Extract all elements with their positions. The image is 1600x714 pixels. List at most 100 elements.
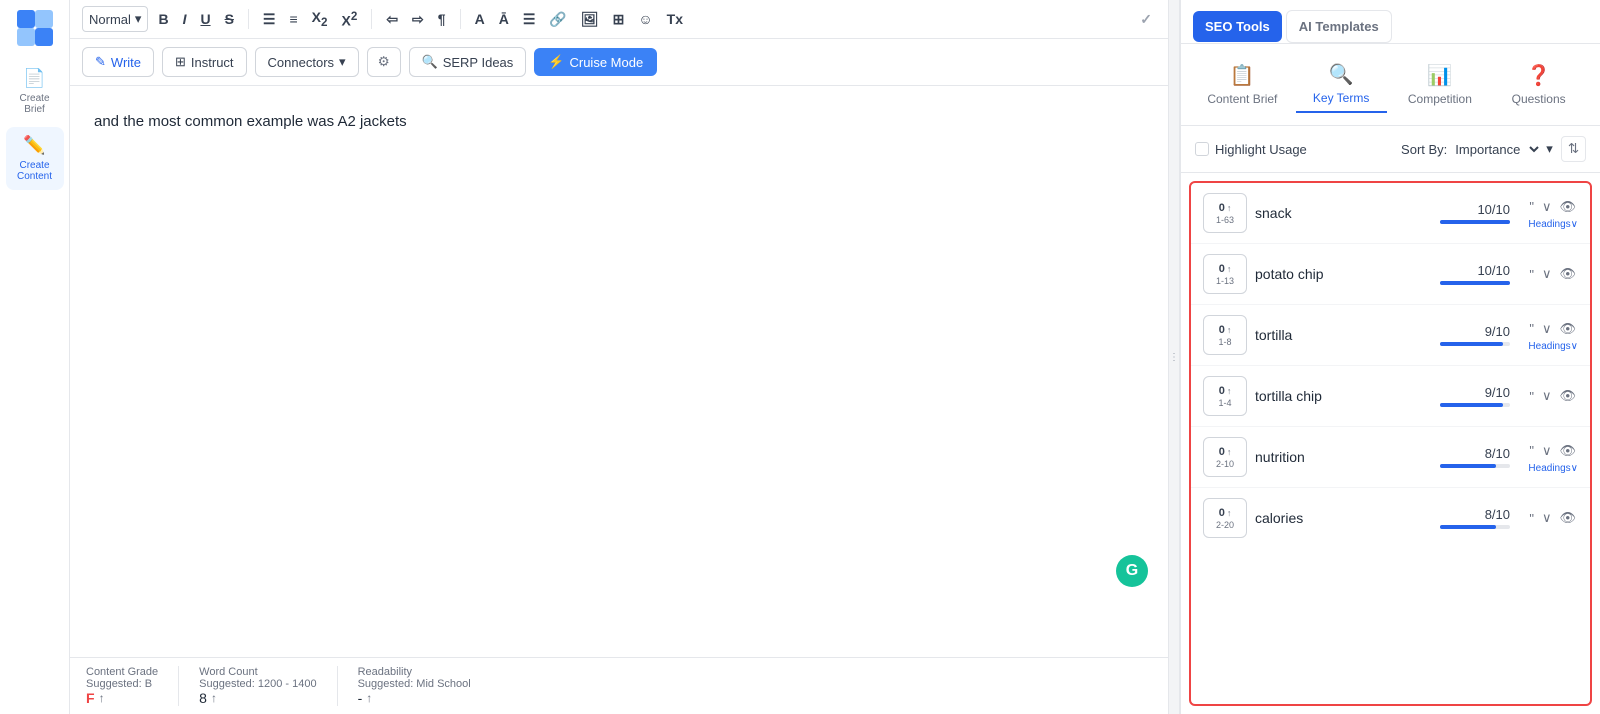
count-up-icon: ↑ (1227, 447, 1232, 457)
align-left-button[interactable]: ⇦ (382, 9, 402, 30)
ordered-list-button[interactable]: ☰ (259, 9, 280, 30)
headings-tag[interactable]: Headings∨ (1528, 219, 1578, 230)
sidebar: 📄 Create Brief ✏️ Create Content (0, 0, 70, 714)
term-counter[interactable]: 0 ↑ 1-63 (1203, 193, 1247, 233)
clear-format-button[interactable]: Tx (663, 9, 687, 29)
count-value: 0 (1219, 202, 1225, 214)
table-button[interactable]: ⊞ (609, 9, 629, 30)
sidebar-item-create-brief[interactable]: 📄 Create Brief (6, 60, 64, 123)
term-icons: " ∨ 👁 (1527, 197, 1578, 217)
nav-key-terms[interactable]: 🔍 Key Terms (1296, 56, 1387, 113)
link-button[interactable]: 🔗 (545, 9, 570, 30)
ai-templates-tab[interactable]: AI Templates (1286, 10, 1392, 43)
subscript-button[interactable]: X2 (308, 7, 332, 31)
term-actions: " ∨ 👁 Headings∨ (1518, 319, 1578, 352)
indent-button[interactable]: ¶ (434, 9, 450, 29)
formatting-toolbar: Normal ▾ B I U S ☰ ≡ X2 X2 ⇦ ⇨ ¶ A Ā ☰ 🔗… (70, 0, 1168, 39)
term-counter[interactable]: 0 ↑ 1-13 (1203, 254, 1247, 294)
resize-handle[interactable]: ⋮ (1168, 0, 1180, 714)
view-button[interactable]: 👁 (1557, 319, 1578, 339)
nav-questions[interactable]: ❓ Questions (1493, 57, 1584, 112)
term-score: 9/10 (1485, 385, 1510, 400)
write-button[interactable]: ✎ Write (82, 47, 154, 77)
term-counter[interactable]: 0 ↑ 1-4 (1203, 376, 1247, 416)
unordered-list-button[interactable]: ≡ (285, 9, 301, 29)
term-score-area: 8/10 (1440, 446, 1510, 468)
score-bar-background (1440, 281, 1510, 285)
format-select[interactable]: Normal ▾ (82, 6, 148, 32)
term-row: 0 ↑ 2-20 calories 8/10 " ∨ 👁 (1191, 488, 1590, 548)
brief-icon: 📋 (1230, 63, 1255, 88)
term-counter[interactable]: 0 ↑ 2-10 (1203, 437, 1247, 477)
text-color-button[interactable]: A (471, 9, 489, 29)
bold-button[interactable]: B (154, 9, 172, 29)
connectors-button[interactable]: Connectors ▾ (255, 47, 359, 77)
view-button[interactable]: 👁 (1557, 508, 1578, 528)
expand-button[interactable]: ∨ (1540, 264, 1554, 284)
seo-tools-tab[interactable]: SEO Tools (1193, 11, 1282, 42)
quote-button[interactable]: " (1527, 387, 1536, 406)
view-button[interactable]: 👁 (1557, 386, 1578, 406)
score-bar-fill (1440, 342, 1503, 346)
term-row: 0 ↑ 1-13 potato chip 10/10 " ∨ 👁 (1191, 244, 1590, 305)
quote-button[interactable]: " (1527, 265, 1536, 284)
term-icons: " ∨ 👁 (1527, 441, 1578, 461)
nav-competition[interactable]: 📊 Competition (1395, 57, 1486, 112)
underline-button[interactable]: U (196, 9, 214, 29)
sidebar-item-create-content[interactable]: ✏️ Create Content (6, 127, 64, 190)
count-up-icon: ↑ (1227, 264, 1232, 274)
editor-content-area[interactable]: and the most common example was A2 jacke… (70, 86, 1168, 657)
highlight-checkbox[interactable] (1195, 142, 1209, 156)
term-score: 10/10 (1477, 202, 1510, 217)
quote-button[interactable]: " (1527, 319, 1536, 338)
superscript-button[interactable]: X2 (337, 8, 361, 31)
sort-select[interactable]: Importance Alphabetical Score (1451, 141, 1542, 158)
score-bar-fill (1440, 525, 1496, 529)
align-right-button[interactable]: ⇨ (408, 9, 428, 30)
term-icons: " ∨ 👁 (1527, 386, 1578, 406)
italic-button[interactable]: I (179, 9, 191, 29)
expand-button[interactable]: ∨ (1540, 197, 1554, 217)
term-counter[interactable]: 0 ↑ 1-8 (1203, 315, 1247, 355)
readability-value: - ↑ (358, 690, 471, 706)
seo-nav: 📋 Content Brief 🔍 Key Terms 📊 Competitio… (1181, 44, 1600, 126)
image-button[interactable]: 🖼 (577, 9, 603, 30)
app-logo (15, 8, 55, 48)
align-justify-button[interactable]: ☰ (519, 9, 540, 30)
view-button[interactable]: 👁 (1557, 197, 1578, 217)
document-icon: 📄 (23, 68, 45, 89)
quote-button[interactable]: " (1527, 197, 1536, 216)
grammarly-badge[interactable]: G (1116, 555, 1148, 587)
quote-button[interactable]: " (1527, 441, 1536, 460)
strikethrough-button[interactable]: S (221, 9, 238, 29)
settings-button[interactable]: ⚙ (367, 47, 401, 77)
competition-icon: 📊 (1427, 63, 1452, 88)
expand-button[interactable]: ∨ (1540, 319, 1554, 339)
main-editor: Normal ▾ B I U S ☰ ≡ X2 X2 ⇦ ⇨ ¶ A Ā ☰ 🔗… (70, 0, 1168, 714)
term-name: tortilla chip (1255, 388, 1432, 404)
view-button[interactable]: 👁 (1557, 441, 1578, 461)
text-highlight-button[interactable]: Ā (495, 9, 513, 29)
quote-button[interactable]: " (1527, 509, 1536, 528)
nav-content-brief[interactable]: 📋 Content Brief (1197, 57, 1288, 112)
chevron-down-icon: ▾ (339, 54, 346, 70)
cruise-mode-button[interactable]: ⚡ Cruise Mode (534, 48, 657, 76)
term-counter[interactable]: 0 ↑ 2-20 (1203, 498, 1247, 538)
gear-icon: ⚙ (378, 54, 390, 69)
view-button[interactable]: 👁 (1557, 264, 1578, 284)
emoji-button[interactable]: ☺ (634, 9, 656, 29)
lightning-icon: ⚡ (548, 54, 564, 70)
term-actions: " ∨ 👁 Headings∨ (1518, 197, 1578, 230)
headings-tag[interactable]: Headings∨ (1528, 341, 1578, 352)
instruct-button[interactable]: ⊞ Instruct (162, 47, 247, 77)
serp-ideas-button[interactable]: 🔍 SERP Ideas (409, 47, 527, 77)
expand-button[interactable]: ∨ (1540, 441, 1554, 461)
filter-button[interactable]: ⇅ (1561, 136, 1586, 162)
expand-toolbar-button[interactable]: ✓ (1136, 9, 1156, 30)
divider-3 (460, 9, 461, 29)
expand-button[interactable]: ∨ (1540, 386, 1554, 406)
highlight-usage-label[interactable]: Highlight Usage (1195, 142, 1307, 157)
headings-tag[interactable]: Headings∨ (1528, 463, 1578, 474)
expand-button[interactable]: ∨ (1540, 508, 1554, 528)
term-score: 8/10 (1485, 507, 1510, 522)
